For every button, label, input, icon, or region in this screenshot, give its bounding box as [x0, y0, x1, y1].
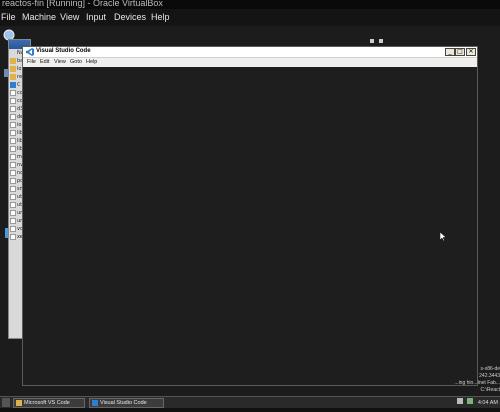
file-icon [10, 138, 16, 144]
menu-goto[interactable]: Goto [70, 59, 82, 65]
taskbar-button-label: Visual Studio Code [100, 400, 147, 406]
file-icon [10, 162, 16, 168]
file-icon [10, 114, 16, 120]
folder-icon [16, 400, 22, 406]
host-menu-file[interactable]: File [1, 12, 16, 22]
host-menu-view[interactable]: View [60, 12, 79, 22]
taskbar-button-label: Microsoft VS Code [24, 400, 70, 406]
vscode-titlebar[interactable]: Visual Studio Code _ □ ✕ [23, 47, 477, 57]
menu-edit[interactable]: Edit [40, 59, 49, 65]
clock[interactable]: 4:04 AM [478, 400, 498, 406]
taskbar-button-explorer[interactable]: Microsoft VS Code [13, 398, 85, 408]
mouse-cursor-icon [440, 232, 446, 241]
side-text-2: 242.3443 [479, 373, 500, 379]
file-icon [10, 194, 16, 200]
file-icon [10, 130, 16, 136]
host-window-title: reactos-fin [Running] - Oracle VirtualBo… [0, 0, 500, 9]
editor-area[interactable] [23, 67, 477, 385]
vscode-window[interactable]: Visual Studio Code _ □ ✕ File Edit View … [22, 46, 478, 386]
menu-file[interactable]: File [27, 59, 36, 65]
folder-icon [10, 66, 16, 72]
file-icon [10, 122, 16, 128]
taskbar: Microsoft VS Code Visual Studio Code 4:0… [0, 396, 500, 408]
guest-desktop: NambaloreCcocod3deiolibliblibmnvncpcsnut… [0, 26, 500, 402]
file-icon [10, 154, 16, 160]
minimize-button[interactable]: _ [445, 48, 455, 56]
host-menu-help[interactable]: Help [151, 12, 170, 22]
file-icon [10, 218, 16, 224]
file-icon [10, 90, 16, 96]
file-icon [10, 210, 16, 216]
system-tray: 4:04 AM [456, 398, 498, 408]
file-icon [10, 106, 16, 112]
file-icon [10, 178, 16, 184]
file-icon [10, 170, 16, 176]
host-menubar: File Machine View Input Devices Help [0, 9, 500, 26]
side-text-1: s-x86-de [480, 366, 500, 372]
background-window-controls[interactable] [370, 39, 390, 45]
file-icon [10, 146, 16, 152]
host-menu-devices[interactable]: Devices [114, 12, 146, 22]
menu-help[interactable]: Help [86, 59, 97, 65]
file-icon [10, 234, 16, 240]
speaker-icon[interactable] [456, 398, 463, 404]
side-text-3: ...ing hin...Inet Fab... [454, 380, 500, 386]
vscode-window-title: Visual Studio Code [36, 48, 91, 54]
close-button[interactable]: ✕ [466, 48, 476, 56]
host-menu-input[interactable]: Input [86, 12, 106, 22]
taskbar-button-vscode[interactable]: Visual Studio Code [89, 398, 164, 408]
folder-icon [10, 58, 16, 64]
start-button-icon[interactable] [2, 398, 10, 407]
host-statusbar [0, 408, 500, 412]
explorer-row-label: lo [17, 66, 22, 72]
host-menu-machine[interactable]: Machine [22, 12, 56, 22]
file-icon [10, 226, 16, 232]
vscode-menubar: File Edit View Goto Help [23, 58, 477, 67]
folder-icon [10, 74, 16, 80]
menu-view[interactable]: View [54, 59, 66, 65]
file-icon [10, 186, 16, 192]
file-icon [10, 202, 16, 208]
side-text-4: C:\React [480, 387, 500, 393]
file-icon [10, 98, 16, 104]
explorer-row-label: io [17, 122, 22, 128]
explorer-row-label: C [17, 82, 21, 88]
vscode-icon [26, 48, 34, 56]
maximize-button[interactable]: □ [455, 48, 465, 56]
network-tray-icon[interactable] [467, 398, 474, 404]
vscode-icon [10, 82, 16, 88]
vscode-icon [92, 400, 98, 406]
